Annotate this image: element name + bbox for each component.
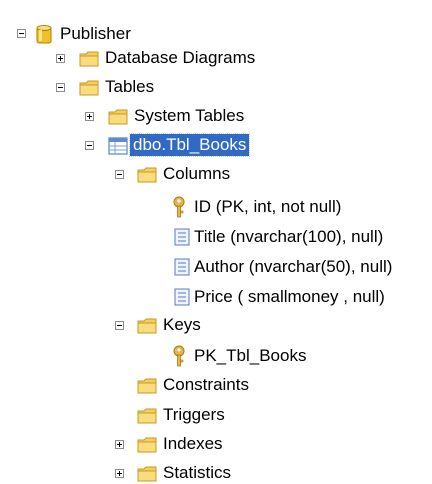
collapse-toggle[interactable] bbox=[115, 170, 124, 179]
folder-icon bbox=[137, 378, 157, 394]
tree-node-label: Author (nvarchar(50), null) bbox=[194, 257, 393, 276]
tree-node-label: PK_Tbl_Books bbox=[194, 346, 307, 365]
table-icon bbox=[108, 137, 128, 155]
folder-icon bbox=[79, 80, 99, 96]
tree-node-label: Tables bbox=[105, 77, 155, 96]
column-icon bbox=[174, 288, 190, 306]
tree-node-label: Database Diagrams bbox=[105, 48, 256, 67]
folder-icon bbox=[137, 318, 157, 334]
tree-node-label: Publisher bbox=[60, 24, 131, 43]
folder-icon bbox=[108, 109, 128, 125]
column-icon bbox=[174, 228, 190, 246]
object-explorer-tree: Publisher Database Diagrams Tables Syste… bbox=[0, 0, 432, 482]
key-icon bbox=[173, 345, 185, 367]
expand-toggle[interactable] bbox=[115, 469, 124, 478]
collapse-toggle[interactable] bbox=[17, 29, 26, 38]
collapse-toggle[interactable] bbox=[115, 321, 124, 330]
folder-icon bbox=[137, 466, 157, 482]
column-icon bbox=[174, 258, 190, 276]
key-icon bbox=[173, 196, 185, 218]
collapse-toggle[interactable] bbox=[85, 141, 94, 150]
folder-icon bbox=[137, 437, 157, 453]
tree-node-label: Constraints bbox=[163, 375, 249, 394]
tree-node-label: Columns bbox=[163, 164, 231, 183]
tree-node-label: Title (nvarchar(100), null) bbox=[194, 227, 384, 246]
folder-icon bbox=[137, 408, 157, 424]
folder-icon bbox=[79, 51, 99, 67]
tree-node-label: ID (PK, int, not null) bbox=[194, 197, 342, 216]
database-icon bbox=[36, 25, 52, 44]
tree-node-label: Price ( smallmoney , null) bbox=[194, 287, 385, 306]
expand-toggle[interactable] bbox=[85, 112, 94, 121]
tree-node-label: Triggers bbox=[163, 405, 225, 424]
tree-node-label: Keys bbox=[163, 315, 201, 334]
tree-node-label: dbo.Tbl_Books bbox=[128, 133, 251, 157]
tree-node-label: System Tables bbox=[134, 106, 245, 125]
expand-toggle[interactable] bbox=[115, 440, 124, 449]
expand-toggle[interactable] bbox=[56, 54, 65, 63]
collapse-toggle[interactable] bbox=[56, 83, 65, 92]
tree-node-label: Indexes bbox=[163, 434, 223, 453]
folder-icon bbox=[137, 167, 157, 183]
